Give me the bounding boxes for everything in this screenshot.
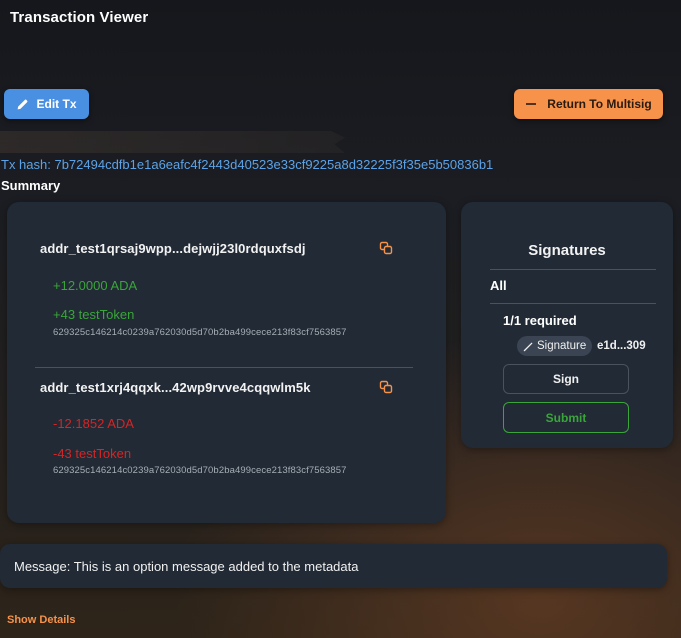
- entry-divider: [35, 367, 413, 368]
- signature-group: All: [490, 278, 507, 293]
- decorative-strip: [0, 131, 345, 153]
- address-2: addr_test1xrj4qqxk...42wp9rvve4cqqwlm5k: [40, 380, 311, 395]
- summary-card: addr_test1qrsaj9wpp...dejwjj23l0rdquxfsd…: [7, 202, 446, 523]
- copy-icon[interactable]: [379, 380, 393, 394]
- edit-tx-label: Edit Tx: [36, 97, 77, 111]
- minus-icon: [526, 103, 537, 105]
- submit-button[interactable]: Submit: [503, 402, 629, 433]
- signature-badge-label: Signature: [537, 340, 587, 352]
- policy-id-1: 629325c146214c0239a762030d5d70b2ba499cec…: [53, 327, 347, 338]
- page-title: Transaction Viewer: [10, 9, 149, 26]
- signatures-divider: [490, 303, 656, 304]
- message-card: Message: This is an option message added…: [0, 544, 667, 588]
- pencil-icon: [18, 99, 28, 109]
- pen-icon: [523, 342, 533, 351]
- signatures-divider: [490, 269, 656, 270]
- policy-id-2: 629325c146214c0239a762030d5d70b2ba499cec…: [53, 465, 347, 476]
- required-count: 1/1 required: [503, 313, 577, 328]
- signature-badge: Signature: [517, 336, 593, 356]
- signatures-card: Signatures All 1/1 required Signature e1…: [461, 202, 673, 448]
- sign-button[interactable]: Sign: [503, 364, 629, 394]
- return-to-multisig-button[interactable]: Return To Multisig: [514, 89, 663, 119]
- address-1: addr_test1qrsaj9wpp...dejwjj23l0rdquxfsd…: [40, 241, 306, 256]
- signer-key: e1d...309: [597, 340, 646, 352]
- ada-amount-2: -12.1852 ADA: [53, 416, 134, 431]
- return-to-multisig-label: Return To Multisig: [547, 97, 652, 111]
- ada-amount-1: +12.0000 ADA: [53, 278, 138, 293]
- show-details-link[interactable]: Show Details: [7, 614, 75, 626]
- tx-hash: Tx hash: 7b72494cdfb1e1a6eafc4f2443d4052…: [1, 157, 494, 172]
- token-amount-2: -43 testToken: [53, 446, 132, 461]
- summary-heading: Summary: [1, 178, 61, 193]
- edit-tx-button[interactable]: Edit Tx: [4, 89, 89, 119]
- metadata-message: Message: This is an option message added…: [14, 559, 359, 574]
- signatures-title: Signatures: [528, 242, 606, 259]
- copy-icon[interactable]: [379, 241, 393, 255]
- token-amount-1: +43 testToken: [53, 307, 135, 322]
